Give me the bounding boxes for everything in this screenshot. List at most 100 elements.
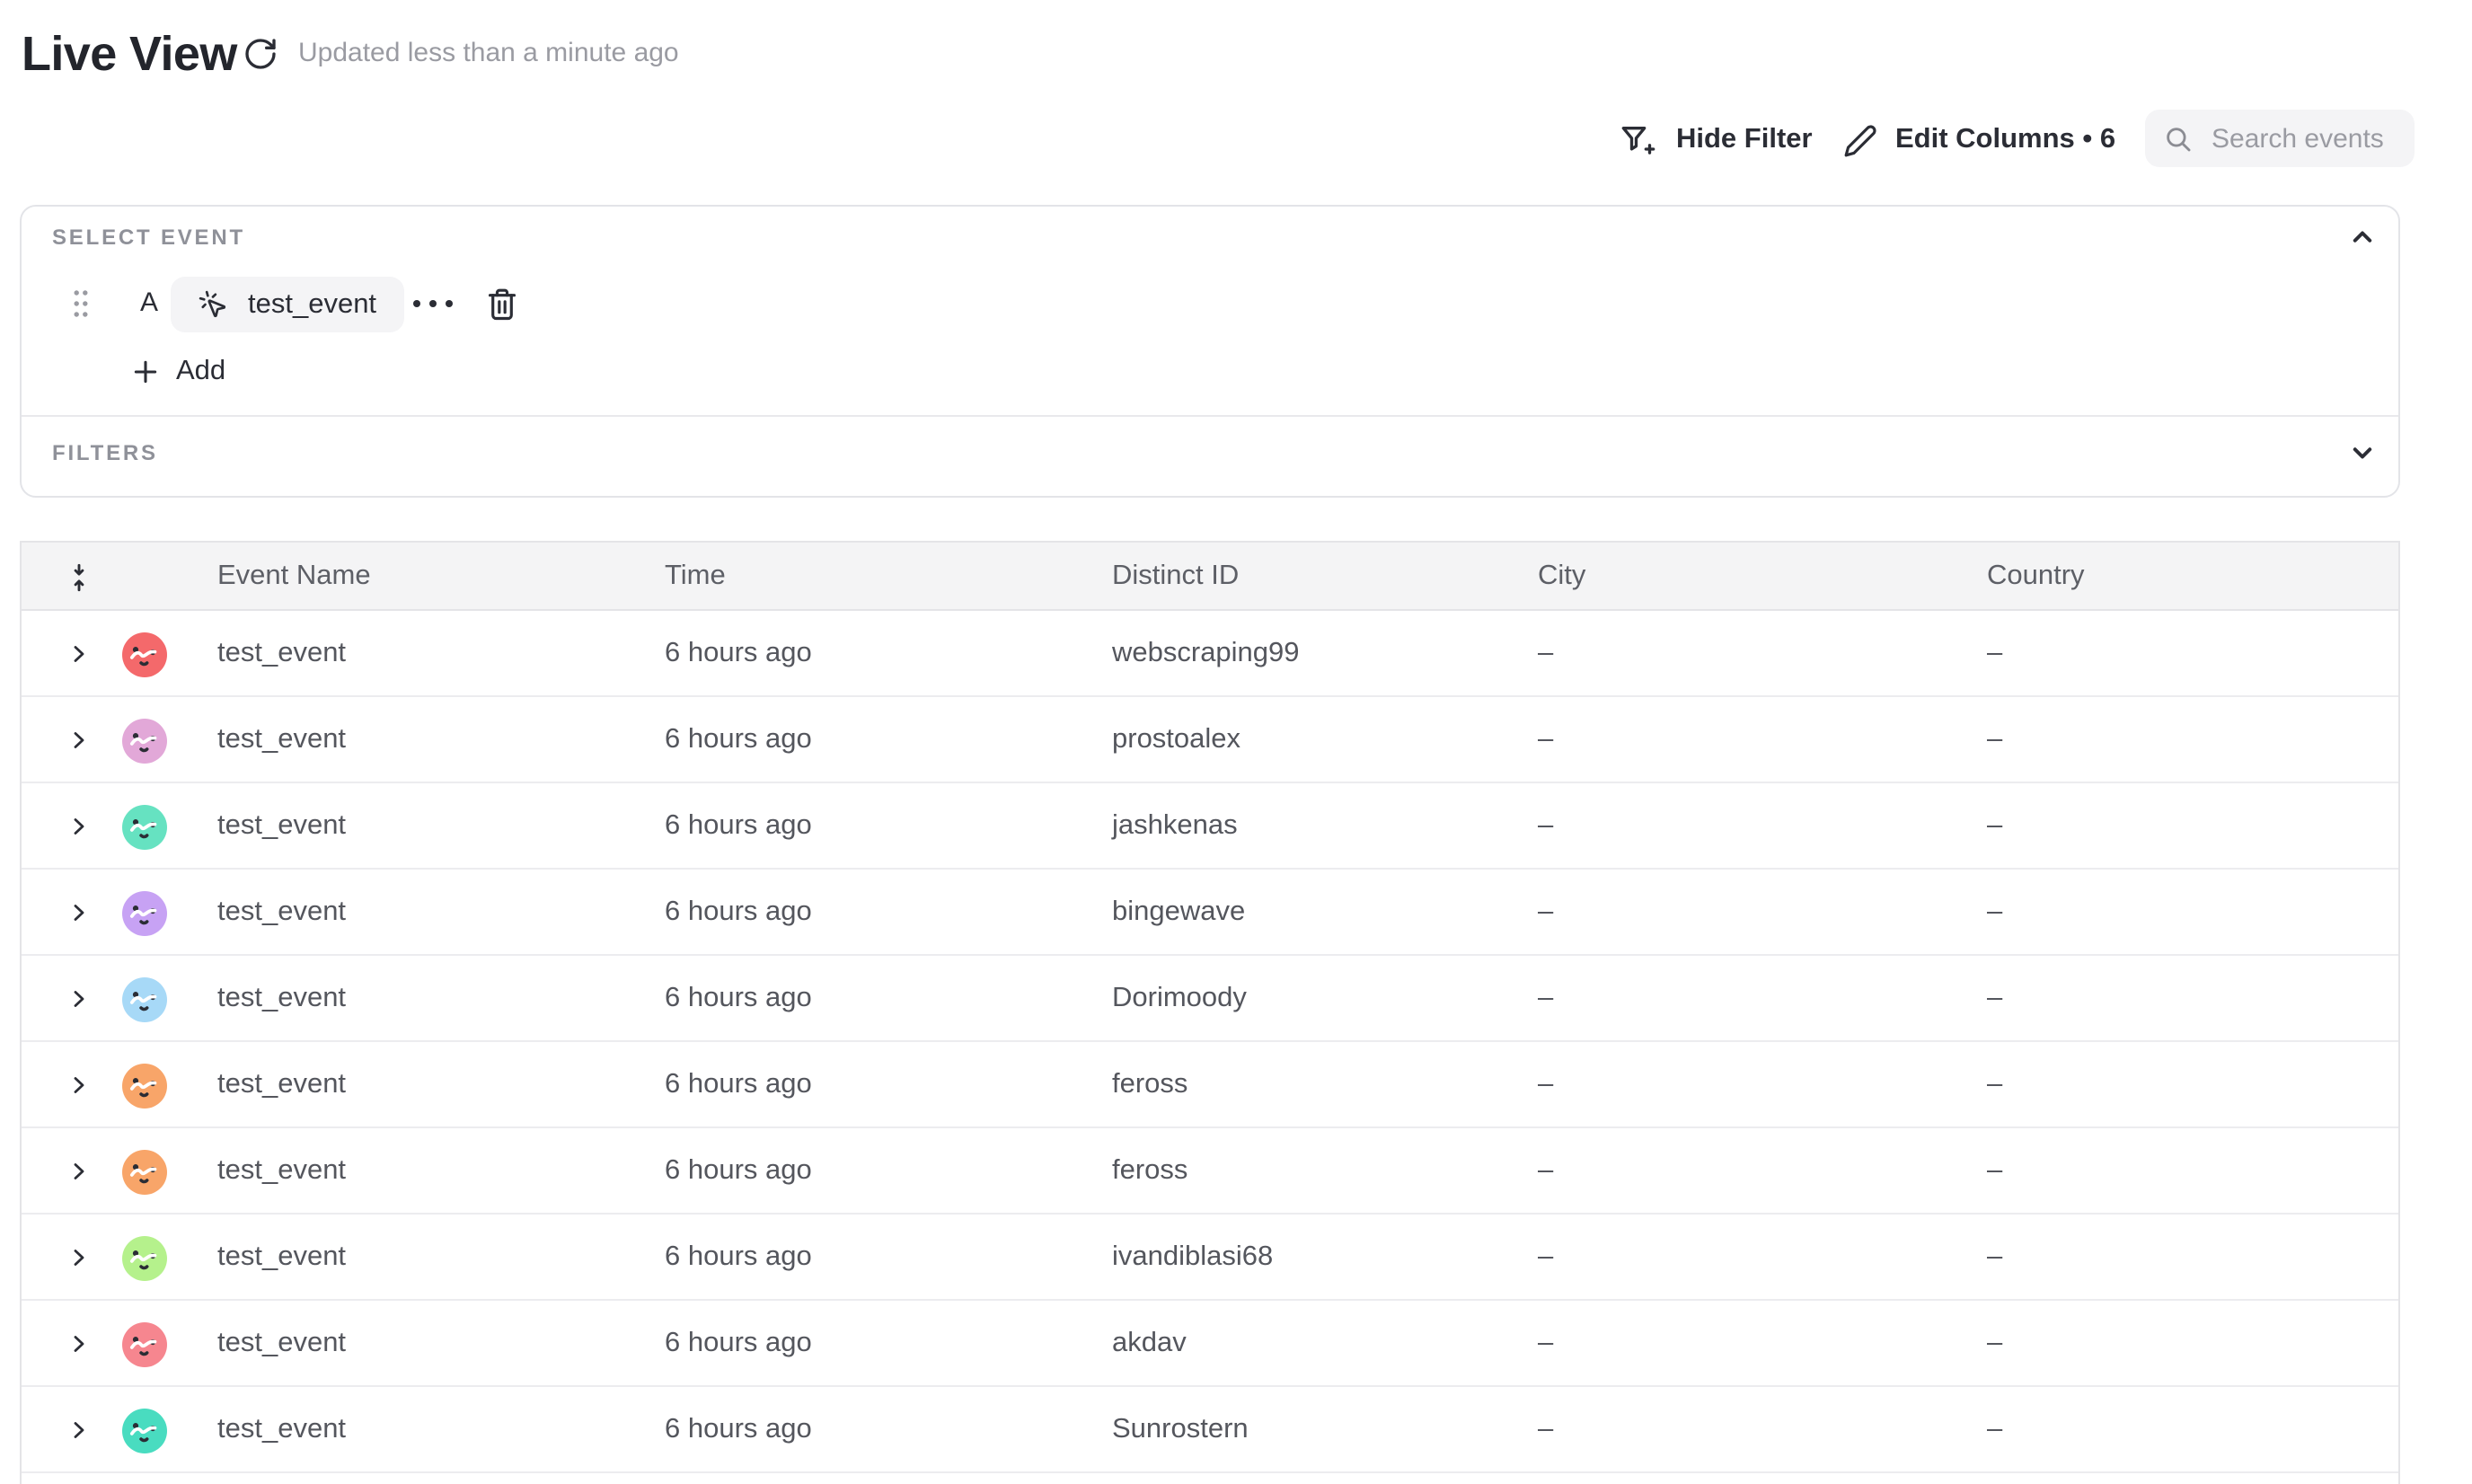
avatar [122,632,167,676]
expand-row-button[interactable] [68,1074,90,1096]
event-series-letter: A [137,287,162,318]
chevron-down-icon [2346,437,2379,469]
column-header-city[interactable]: City [1538,543,1585,609]
updated-status: Updated less than a minute ago [298,38,679,70]
expand-row-button[interactable] [68,643,90,665]
column-header-event-name[interactable]: Event Name [217,543,371,609]
avatar [122,1321,167,1366]
expand-row-button[interactable] [68,1419,90,1441]
card-divider [22,415,2398,417]
cell-event-name: test_event [217,783,346,868]
edit-columns-button[interactable]: Edit Columns • 6 [1843,113,2115,167]
collapse-rows-button[interactable] [65,562,93,593]
cell-distinct-id-link[interactable]: Sunrostern [1112,1387,1249,1471]
table-row[interactable]: test_event 6 hours ago Dorimoody – – [22,956,2398,1042]
cell-time: 6 hours ago [665,611,812,695]
table-row[interactable]: test_event 6 hours ago jashkenas – – [22,783,2398,870]
delete-event-button[interactable] [485,284,521,323]
chevron-right-icon [68,1247,90,1268]
avatar [122,1235,167,1280]
cell-time: 6 hours ago [665,1301,812,1385]
column-header-time[interactable]: Time [665,543,726,609]
event-selector-button[interactable]: test_event [171,277,403,332]
expand-row-button[interactable] [68,729,90,751]
live-view-page: Live View Updated less than a minute ago… [0,0,2472,1484]
cell-time: 6 hours ago [665,1128,812,1213]
chevron-right-icon [68,1333,90,1355]
expand-row-button[interactable] [68,1247,90,1268]
add-event-button[interactable]: Add [131,350,225,393]
table-row[interactable]: test_event 6 hours ago akdav – – [22,1301,2398,1387]
cell-city: – [1538,783,1553,868]
cell-time: 6 hours ago [665,1387,812,1471]
expand-row-button[interactable] [68,902,90,923]
table-row[interactable]: test_event 6 hours ago feross – – [22,1128,2398,1215]
cell-country: – [1987,870,2002,954]
table-row[interactable]: test_event 6 hours ago webscraping99 – – [22,611,2398,697]
cell-country: – [1987,1128,2002,1213]
cell-country: – [1987,1215,2002,1299]
cell-distinct-id-link[interactable]: ivandiblasi68 [1112,1215,1273,1299]
event-more-options-button[interactable] [410,289,456,318]
selected-event-name: test_event [248,288,376,321]
cell-city: – [1538,1042,1553,1126]
chevron-right-icon [68,816,90,837]
hide-filter-label: Hide Filter [1676,124,1813,156]
cell-city: – [1538,870,1553,954]
filter-plus-icon [1619,122,1658,158]
table-row[interactable]: test_event 6 hours ago bingewave – – [22,870,2398,956]
expand-row-button[interactable] [68,816,90,837]
column-header-distinct-id[interactable]: Distinct ID [1112,543,1239,609]
cell-time: 6 hours ago [665,1042,812,1126]
chevron-right-icon [68,643,90,665]
cell-city: – [1538,1301,1553,1385]
expand-row-button[interactable] [68,1161,90,1182]
cell-distinct-id-link[interactable]: feross [1112,1128,1187,1213]
cell-event-name: test_event [217,870,346,954]
avatar [122,976,167,1021]
cell-distinct-id-link[interactable]: feross [1112,1042,1187,1126]
table-row[interactable]: test_event 6 hours ago feross – – [22,1042,2398,1128]
table-row[interactable]: test_event 6 hours ago Sunrostern – – [22,1387,2398,1473]
cell-distinct-id-link[interactable]: webscraping99 [1112,611,1300,695]
cell-distinct-id-link[interactable]: bingewave [1112,870,1245,954]
cell-city: – [1538,1128,1553,1213]
search-icon [2163,123,2194,154]
cell-country: – [1987,611,2002,695]
cell-city: – [1538,1215,1553,1299]
cell-distinct-id-link[interactable]: jashkenas [1112,783,1238,868]
table-body: test_event 6 hours ago webscraping99 – –… [22,611,2398,1473]
page-title: Live View [22,25,237,83]
cell-city: – [1538,1387,1553,1471]
cell-time: 6 hours ago [665,870,812,954]
search-input[interactable] [2208,121,2397,155]
cell-event-name: test_event [217,1128,346,1213]
table-row[interactable]: test_event 6 hours ago prostoalex – – [22,697,2398,783]
cell-event-name: test_event [217,1301,346,1385]
expand-row-button[interactable] [68,988,90,1010]
chevron-right-icon [68,729,90,751]
expand-filters-button[interactable] [2346,437,2379,469]
refresh-button[interactable] [243,36,278,72]
avatar [122,718,167,763]
cell-distinct-id-link[interactable]: prostoalex [1112,697,1240,782]
table-row[interactable]: test_event 6 hours ago ivandiblasi68 – – [22,1215,2398,1301]
plus-icon [131,358,160,386]
cell-distinct-id-link[interactable]: Dorimoody [1112,956,1247,1040]
cell-time: 6 hours ago [665,783,812,868]
cell-time: 6 hours ago [665,1215,812,1299]
cell-time: 6 hours ago [665,956,812,1040]
hide-filter-button[interactable]: Hide Filter [1619,113,1813,167]
cell-country: – [1987,1042,2002,1126]
cell-time: 6 hours ago [665,697,812,782]
drag-handle[interactable] [72,289,90,318]
expand-row-button[interactable] [68,1333,90,1355]
cell-country: – [1987,1301,2002,1385]
chevron-right-icon [68,1074,90,1096]
collapse-section-button[interactable] [2346,221,2379,253]
search-box[interactable] [2145,110,2415,167]
cell-distinct-id-link[interactable]: akdav [1112,1301,1187,1385]
filters-section-label: FILTERS [52,440,158,465]
avatar [122,804,167,849]
column-header-country[interactable]: Country [1987,543,2085,609]
